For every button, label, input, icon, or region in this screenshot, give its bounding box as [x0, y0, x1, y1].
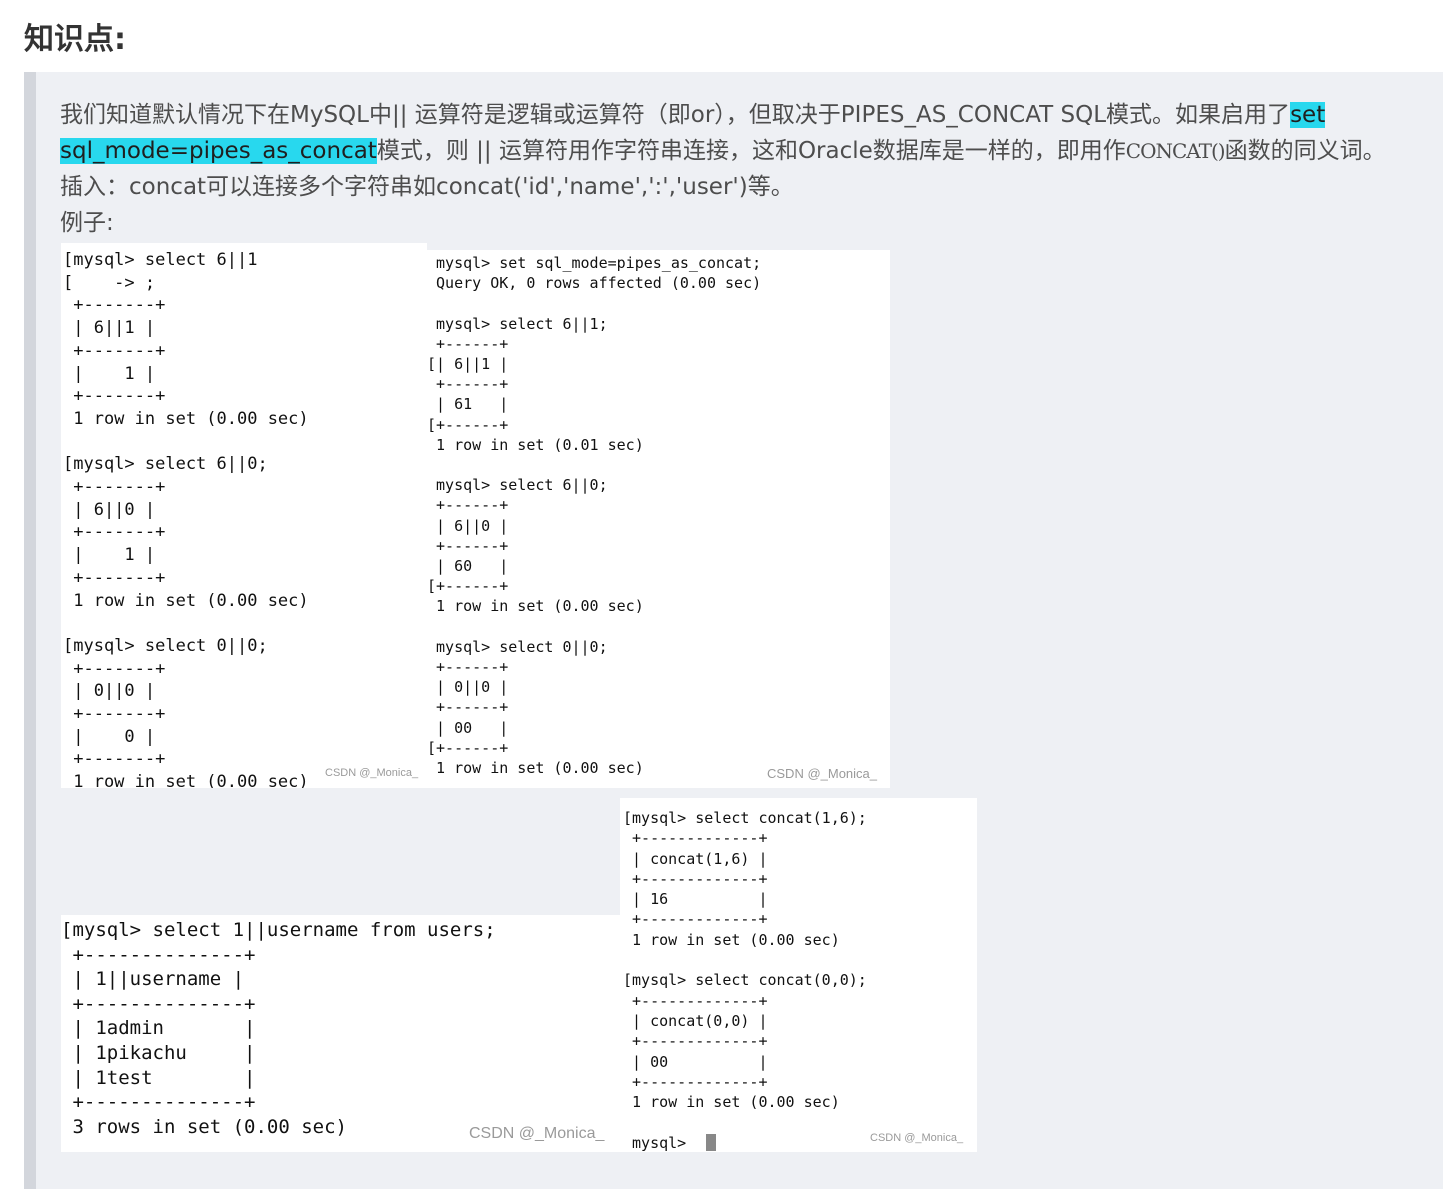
highlight-set: set [1290, 102, 1326, 128]
terminal-output: mysql> set sql_mode=pipes_as_concat; Que… [427, 254, 762, 778]
terminal-output: [mysql> select 6||1 [ -> ; +-------+ | 6… [63, 250, 309, 788]
terminal-output: [mysql> select concat(1,6); +-----------… [623, 809, 867, 1152]
watermark: CSDN @_Monica_ [870, 1132, 964, 1144]
intro-text: 我们知道默认情况下在MySQL中|| 运算符是逻辑或运算符（即or），但取决于P… [60, 102, 1291, 128]
watermark: CSDN @_Monica_ [767, 766, 878, 781]
watermark: CSDN @_Monica_ [325, 767, 419, 779]
paragraph-line-3: 插入：concat可以连接多个字符串如concat('id','name',':… [60, 174, 794, 200]
highlight-sql-mode: sql_mode=pipes_as_concat [60, 138, 377, 164]
terminal-screenshot-pipes-as-concat: mysql> set sql_mode=pipes_as_concat; Que… [427, 250, 890, 788]
paragraph-line-2: sql_mode=pipes_as_concat模式，则 || 运算符用作字符串… [60, 133, 1386, 169]
terminal-screenshot-default-mode: [mysql> select 6||1 [ -> ; +-------+ | 6… [61, 243, 427, 788]
section-heading: 知识点: [24, 22, 126, 57]
example-label: 例子: [60, 210, 114, 236]
cursor-block [706, 1134, 716, 1151]
concat-explanation: 模式，则 || 运算符用作字符串连接，这和Oracle数据库是一样的，即用作 [376, 138, 1126, 164]
terminal-output: [mysql> select 1||username from users; +… [61, 919, 496, 1138]
terminal-screenshot-username-concat: [mysql> select 1||username from users; +… [61, 915, 621, 1152]
watermark: CSDN @_Monica_ [469, 1125, 605, 1142]
paragraph-line-1: 我们知道默认情况下在MySQL中|| 运算符是逻辑或运算符（即or），但取决于P… [60, 97, 1326, 133]
synonym-text: 函数的同义词。 [1224, 138, 1386, 164]
terminal-screenshot-concat-function: [mysql> select concat(1,6); +-----------… [620, 798, 977, 1152]
inline-code-concat: CONCAT() [1125, 139, 1226, 163]
